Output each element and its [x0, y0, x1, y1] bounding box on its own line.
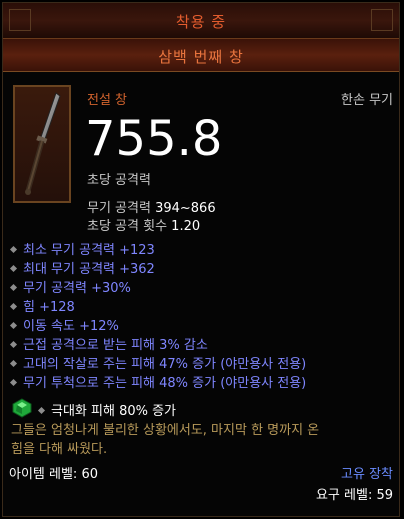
item-slot: 한손 무기	[341, 93, 393, 108]
item-name: 삼백 번째 창	[158, 48, 244, 66]
affix-row: 근접 공격으로 받는 피해 3% 감소	[9, 334, 208, 353]
account-bound: 고유 장착	[341, 467, 393, 482]
bullet-icon	[9, 264, 18, 273]
dps-label: 초당 공격력	[87, 173, 151, 188]
emerald-gem-icon	[12, 398, 32, 418]
bullet-icon	[9, 321, 18, 330]
speed-value: 1.20	[171, 219, 201, 234]
item-name-header: 삼백 번째 창	[3, 39, 399, 72]
equipped-label: 착용 중	[175, 13, 227, 31]
bullet-icon	[9, 378, 18, 387]
affix-row: 힘 +128	[9, 296, 75, 315]
bullet-icon	[9, 283, 18, 292]
damage-label: 무기 공격력	[87, 201, 151, 216]
socket-bonus: 극대화 피해 80% 증가	[37, 400, 176, 419]
required-level: 요구 레벨: 59	[315, 488, 393, 503]
bullet-icon	[9, 359, 18, 368]
spear-icon	[25, 92, 61, 195]
damage-stat: 무기 공격력 394~866	[87, 197, 216, 216]
bullet-icon	[37, 406, 46, 415]
equipped-header: 착용 중	[3, 3, 399, 39]
item-type: 전설 창	[87, 93, 128, 108]
affix-row: 최소 무기 공격력 +123	[9, 239, 155, 258]
affix-row: 이동 속도 +12%	[9, 315, 119, 334]
bullet-icon	[9, 340, 18, 349]
affix-row: 무기 공격력 +30%	[9, 277, 131, 296]
damage-value: 394~866	[155, 201, 216, 216]
speed-stat: 초당 공격 횟수 1.20	[87, 215, 200, 234]
item-icon-frame	[13, 85, 71, 203]
dps-value: 755.8	[85, 111, 223, 167]
affix-row: 무기 투척으로 주는 피해 48% 증가 (야만용사 전용)	[9, 372, 306, 391]
bullet-icon	[9, 302, 18, 311]
speed-label: 초당 공격 횟수	[87, 219, 168, 234]
item-level: 아이템 레벨: 60	[9, 467, 98, 482]
affix-row: 최대 무기 공격력 +362	[9, 258, 155, 277]
flavor-text: 그들은 엄청나게 불리한 상황에서도, 마지막 한 명까지 온 힘을 다해 싸웠…	[11, 423, 320, 457]
affix-row: 고대의 작살로 주는 피해 47% 증가 (야만용사 전용)	[9, 353, 306, 372]
bullet-icon	[9, 245, 18, 254]
item-tooltip: 착용 중 삼백 번째 창 전설 창 한손 무기 755.8 초당 공격력 무기 …	[2, 2, 400, 517]
